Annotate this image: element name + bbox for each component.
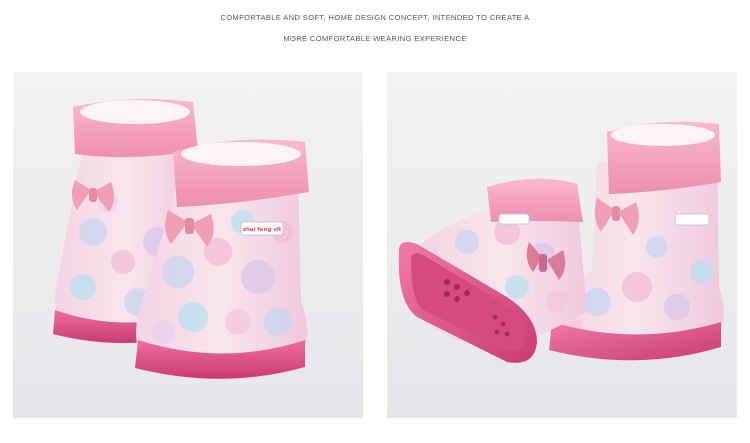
caption-line-2: MORE COMFORTABLE WEARING EXPERIENCE xyxy=(283,34,467,43)
boots-sole-photo xyxy=(387,72,737,418)
boots-sole-illustration xyxy=(398,121,724,363)
boots-front-photo: zhai feng vlt xyxy=(13,72,363,418)
boots-front-illustration: zhai feng vlt xyxy=(53,98,309,379)
caption-line-1: COMFORTABLE AND SOFT, HOME DESIGN CONCEP… xyxy=(220,13,530,22)
brand-label: zhai feng vlt xyxy=(243,227,282,233)
